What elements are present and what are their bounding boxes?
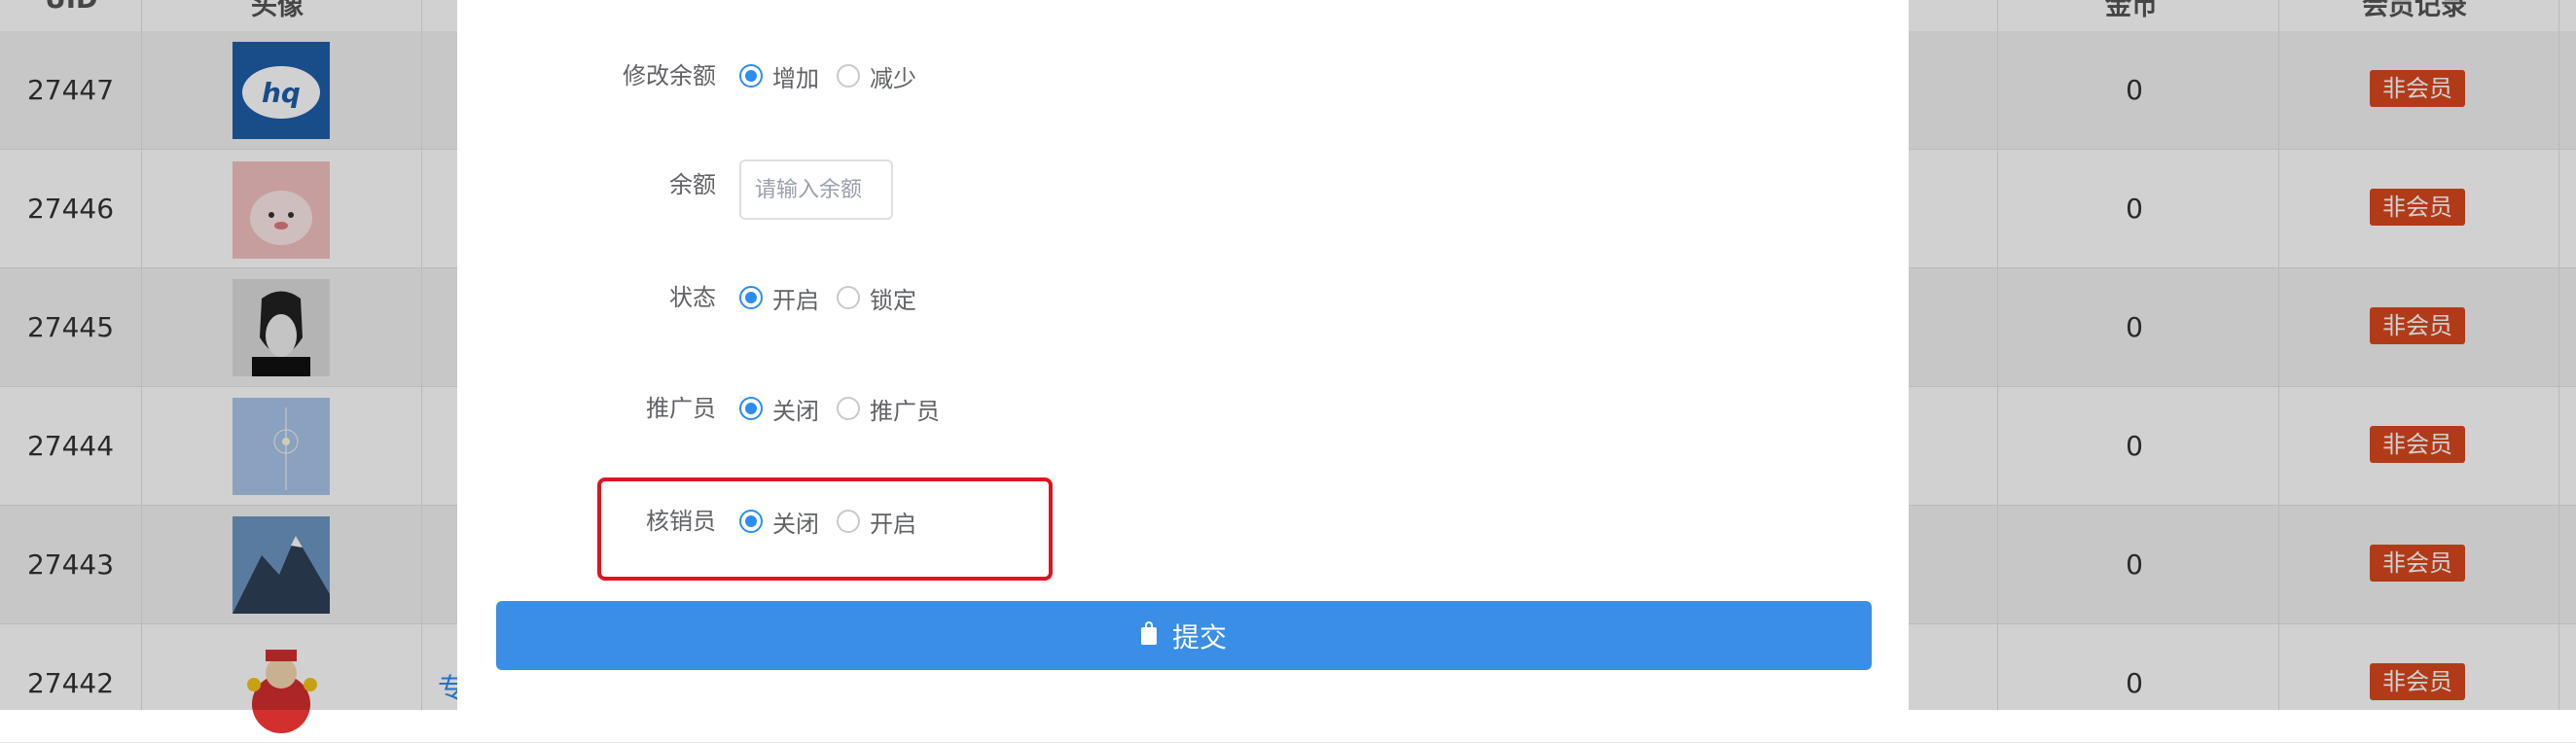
radio-verifier-on[interactable]: 开启 [837, 504, 916, 539]
radio-unchecked-icon [837, 397, 860, 420]
radio-unchecked-icon [837, 286, 860, 309]
balance-input[interactable] [739, 159, 893, 220]
radio-decrease[interactable]: 减少 [837, 58, 916, 93]
radio-promoter-off[interactable]: 关闭 [739, 391, 819, 426]
form-row-promoter: 推广员 关闭 推广员 [457, 391, 1909, 449]
edit-user-modal: 修改余额 增加 减少 余额 状态 开启 锁定 推广员 关闭 [457, 0, 1909, 710]
radio-label: 减少 [870, 64, 916, 92]
submit-button[interactable]: 提交 [496, 601, 1872, 670]
radio-status-lock[interactable]: 锁定 [837, 280, 916, 315]
form-row-status: 状态 开启 锁定 [457, 280, 1909, 338]
status-label: 状态 [669, 284, 716, 311]
radio-label: 关闭 [772, 397, 819, 425]
form-row-balance-change: 修改余额 增加 减少 [457, 58, 1909, 117]
radio-label: 开启 [870, 510, 916, 538]
radio-label: 关闭 [772, 510, 819, 538]
bag-icon [1140, 620, 1157, 645]
radio-unchecked-icon [837, 510, 860, 533]
radio-verifier-off[interactable]: 关闭 [739, 504, 819, 539]
radio-checked-icon [739, 286, 763, 309]
balance-change-label: 修改余额 [623, 62, 716, 89]
radio-label: 开启 [772, 286, 819, 314]
radio-checked-icon [739, 64, 763, 88]
balance-label: 余额 [669, 171, 716, 198]
radio-checked-icon [739, 510, 763, 533]
promoter-label: 推广员 [646, 395, 716, 422]
form-row-balance: 余额 [457, 159, 1909, 226]
submit-label: 提交 [1171, 620, 1227, 654]
radio-promoter-on[interactable]: 推广员 [837, 391, 940, 426]
radio-label: 增加 [772, 64, 819, 92]
verifier-label: 核销员 [646, 508, 716, 535]
radio-unchecked-icon [837, 64, 860, 88]
radio-label: 锁定 [870, 286, 916, 314]
radio-status-open[interactable]: 开启 [739, 280, 819, 315]
radio-increase[interactable]: 增加 [739, 58, 819, 93]
radio-label: 推广员 [870, 397, 940, 425]
form-row-verifier: 核销员 关闭 开启 [457, 504, 1909, 562]
radio-checked-icon [739, 397, 763, 420]
